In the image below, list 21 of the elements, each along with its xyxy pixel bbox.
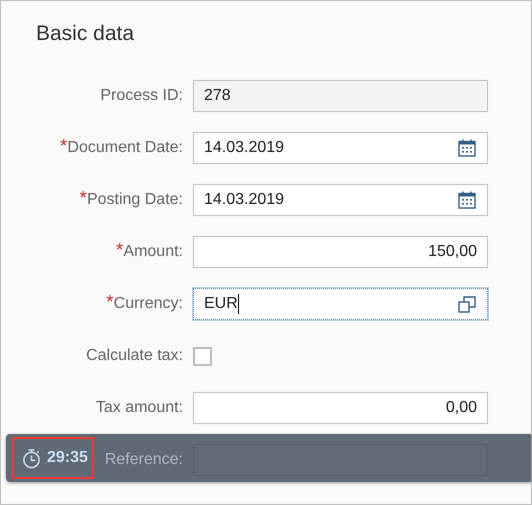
field-label: Calculate tax: — [86, 346, 183, 366]
input-field[interactable]: EUR — [193, 288, 488, 320]
value-help-icon[interactable] — [457, 294, 477, 314]
field-label: *Posting Date: — [80, 188, 183, 211]
timer-text: 29:35 — [47, 448, 88, 468]
field-label: Reference: — [104, 450, 183, 470]
input-field: 278 — [193, 80, 488, 112]
stopwatch-icon — [22, 448, 41, 468]
calendar-icon[interactable] — [457, 138, 477, 158]
field-label: Process ID: — [100, 86, 183, 106]
field-label: *Currency: — [106, 292, 183, 315]
input-field[interactable]: 14.03.2019 — [193, 184, 488, 216]
field-label: *Amount: — [116, 240, 183, 263]
section-title: Basic data — [36, 21, 134, 47]
input-field[interactable]: 14.03.2019 — [193, 132, 488, 164]
input-field[interactable]: 0,00 — [193, 392, 488, 424]
field-label: Tax amount: — [96, 398, 183, 418]
calendar-icon[interactable] — [457, 190, 477, 210]
checkbox[interactable] — [193, 346, 212, 366]
input-field[interactable]: 150,00 — [193, 236, 488, 268]
field-label: *Document Date: — [60, 136, 183, 159]
